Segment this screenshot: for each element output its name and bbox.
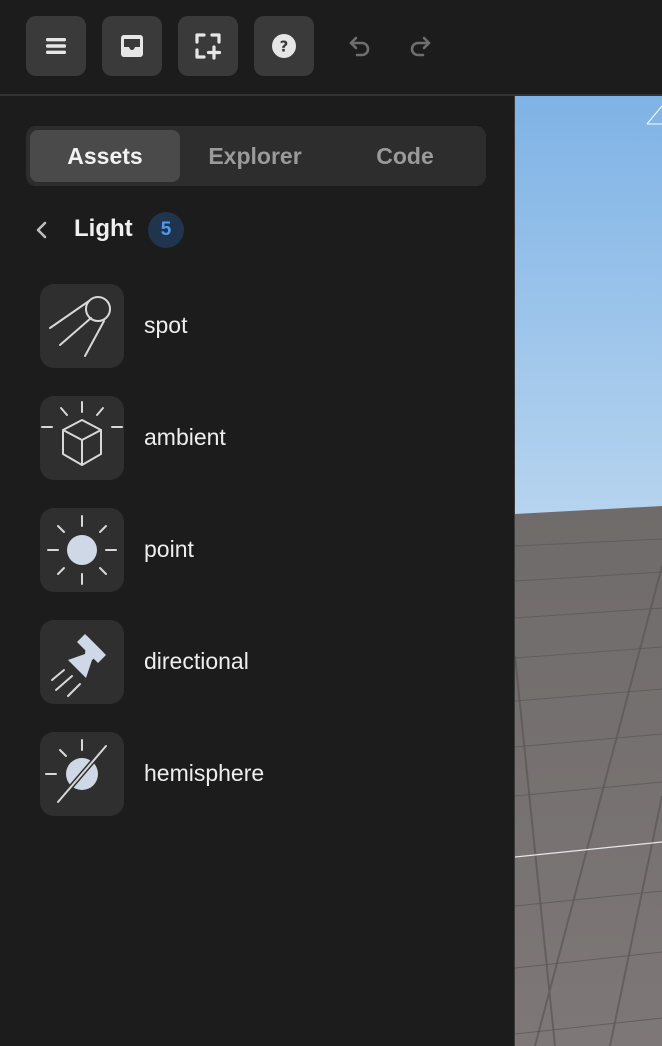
point-light-icon (47, 515, 117, 585)
breadcrumb: Light 5 (26, 210, 326, 250)
help-icon: ? (272, 34, 296, 58)
redo-icon (410, 36, 431, 57)
scene-viewport[interactable] (515, 96, 662, 1046)
asset-label: point (144, 536, 194, 562)
menu-button[interactable] (26, 16, 86, 76)
asset-label: spot (144, 312, 188, 338)
asset-item-ambient[interactable]: ambient (40, 396, 460, 480)
category-title: Light (74, 215, 133, 242)
hemisphere-light-icon (45, 739, 109, 805)
asset-label: hemisphere (144, 760, 265, 786)
inbox-icon (121, 35, 143, 57)
chevron-left-icon[interactable] (28, 216, 56, 244)
undo-button[interactable] (340, 26, 380, 66)
scene-canvas[interactable] (515, 96, 662, 1046)
panel-tabs: Assets Explorer Code (26, 126, 486, 186)
svg-text:?: ? (280, 38, 289, 56)
undo-icon (349, 36, 370, 57)
ambient-icon-tile (40, 396, 124, 480)
asset-item-hemisphere[interactable]: hemisphere (40, 732, 460, 816)
assets-panel: Assets Explorer Code Light 5 spot ambien… (0, 96, 514, 1046)
asset-label: ambient (144, 424, 226, 450)
point-icon-tile (40, 508, 124, 592)
directional-light-icon (51, 634, 106, 697)
tab-assets[interactable]: Assets (30, 130, 180, 182)
ambient-light-icon (41, 401, 123, 466)
hemisphere-icon-tile (40, 732, 124, 816)
spotlight-icon-tile (40, 284, 124, 368)
fullscreen-add-icon (195, 33, 222, 60)
menu-icon (46, 38, 66, 54)
redo-button[interactable] (400, 26, 440, 66)
asset-label: directional (144, 648, 249, 674)
fullscreen-add-button[interactable] (178, 16, 238, 76)
help-button[interactable]: ? (254, 16, 314, 76)
top-toolbar: ? (0, 0, 662, 96)
tab-explorer[interactable]: Explorer (180, 130, 330, 182)
asset-item-point[interactable]: point (40, 508, 460, 592)
spotlight-icon (49, 296, 111, 357)
directional-icon-tile (40, 620, 124, 704)
tab-code[interactable]: Code (330, 130, 480, 182)
count-badge: 5 (148, 212, 184, 248)
asset-item-directional[interactable]: directional (40, 620, 460, 704)
asset-item-spot[interactable]: spot (40, 284, 460, 368)
inbox-button[interactable] (102, 16, 162, 76)
